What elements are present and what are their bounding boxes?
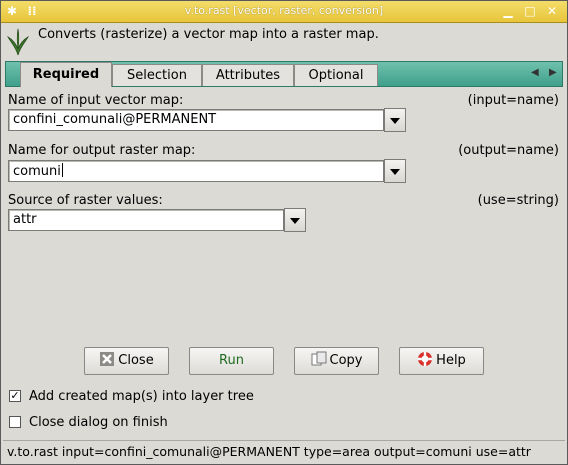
titlebar[interactable]: ✱ ⁞⁞ v.to.rast [vector, raster, conversi… bbox=[1, 1, 567, 23]
copy-button-label: Copy bbox=[329, 353, 363, 368]
input-param: (input=name) bbox=[467, 93, 559, 108]
output-param: (output=name) bbox=[458, 143, 559, 158]
tab-scroll-left-icon[interactable]: ◀ bbox=[531, 67, 539, 78]
tab-required[interactable]: Required bbox=[20, 62, 112, 87]
tab-optional[interactable]: Optional bbox=[294, 64, 378, 86]
output-dropdown-button[interactable] bbox=[384, 159, 406, 183]
use-param: (use=string) bbox=[477, 193, 559, 208]
module-header: Converts (rasterize) a vector map into a… bbox=[1, 22, 567, 60]
close-button-label: Close bbox=[118, 353, 154, 368]
dialog-window: ✱ ⁞⁞ v.to.rast [vector, raster, conversi… bbox=[0, 0, 568, 465]
close-dialog-label: Close dialog on finish bbox=[29, 415, 168, 430]
close-dialog-checkbox[interactable] bbox=[9, 416, 21, 428]
copy-button[interactable]: Copy bbox=[294, 347, 379, 375]
output-raster-value: comuni bbox=[13, 164, 61, 179]
tab-selection[interactable]: Selection bbox=[112, 64, 202, 86]
help-button-label: Help bbox=[436, 353, 466, 368]
close-x-icon bbox=[100, 352, 115, 366]
copy-icon bbox=[311, 351, 326, 366]
run-button[interactable]: Run bbox=[189, 347, 274, 375]
maximize-icon[interactable]: □ bbox=[523, 4, 537, 18]
use-source-field[interactable]: attr bbox=[8, 209, 284, 231]
use-dropdown-button[interactable] bbox=[284, 208, 306, 232]
chevron-down-icon bbox=[290, 218, 300, 224]
output-raster-field[interactable]: comuni bbox=[8, 160, 384, 182]
close-button[interactable]: Close bbox=[84, 347, 169, 375]
input-vector-field[interactable]: confini_comunali@PERMANENT bbox=[8, 109, 384, 131]
output-label: Name for output raster map: bbox=[8, 143, 196, 158]
command-preview: v.to.rast input=confini_comunali@PERMANE… bbox=[7, 444, 531, 459]
help-button[interactable]: Help bbox=[399, 347, 484, 375]
chevron-down-icon bbox=[390, 169, 400, 175]
tab-attributes[interactable]: Attributes bbox=[202, 64, 294, 86]
add-layer-label: Add created map(s) into layer tree bbox=[29, 389, 254, 404]
chevron-down-icon bbox=[390, 118, 400, 124]
input-dropdown-button[interactable] bbox=[384, 108, 406, 132]
add-layer-checkbox[interactable]: ✓ bbox=[9, 390, 21, 402]
grass-module-icon bbox=[7, 28, 29, 56]
notebook-tabs: Required Selection Attributes Optional ◀… bbox=[5, 61, 563, 87]
input-label: Name of input vector map: bbox=[8, 93, 184, 108]
lifebuoy-icon bbox=[418, 352, 433, 366]
tab-scroll-right-icon[interactable]: ▶ bbox=[549, 67, 557, 78]
run-button-label: Run bbox=[219, 353, 244, 368]
text-caret bbox=[61, 163, 63, 177]
statusbar: v.to.rast input=confini_comunali@PERMANE… bbox=[3, 440, 565, 463]
close-window-icon[interactable]: ✕ bbox=[545, 4, 559, 18]
window-title: v.to.rast [vector, raster, conversion] bbox=[184, 4, 384, 17]
module-description: Converts (rasterize) a vector map into a… bbox=[38, 27, 379, 42]
required-panel: Name of input vector map: (input=name) c… bbox=[5, 87, 563, 433]
minimize-icon[interactable]: ▁ bbox=[501, 4, 515, 18]
use-label: Source of raster values: bbox=[8, 193, 163, 208]
